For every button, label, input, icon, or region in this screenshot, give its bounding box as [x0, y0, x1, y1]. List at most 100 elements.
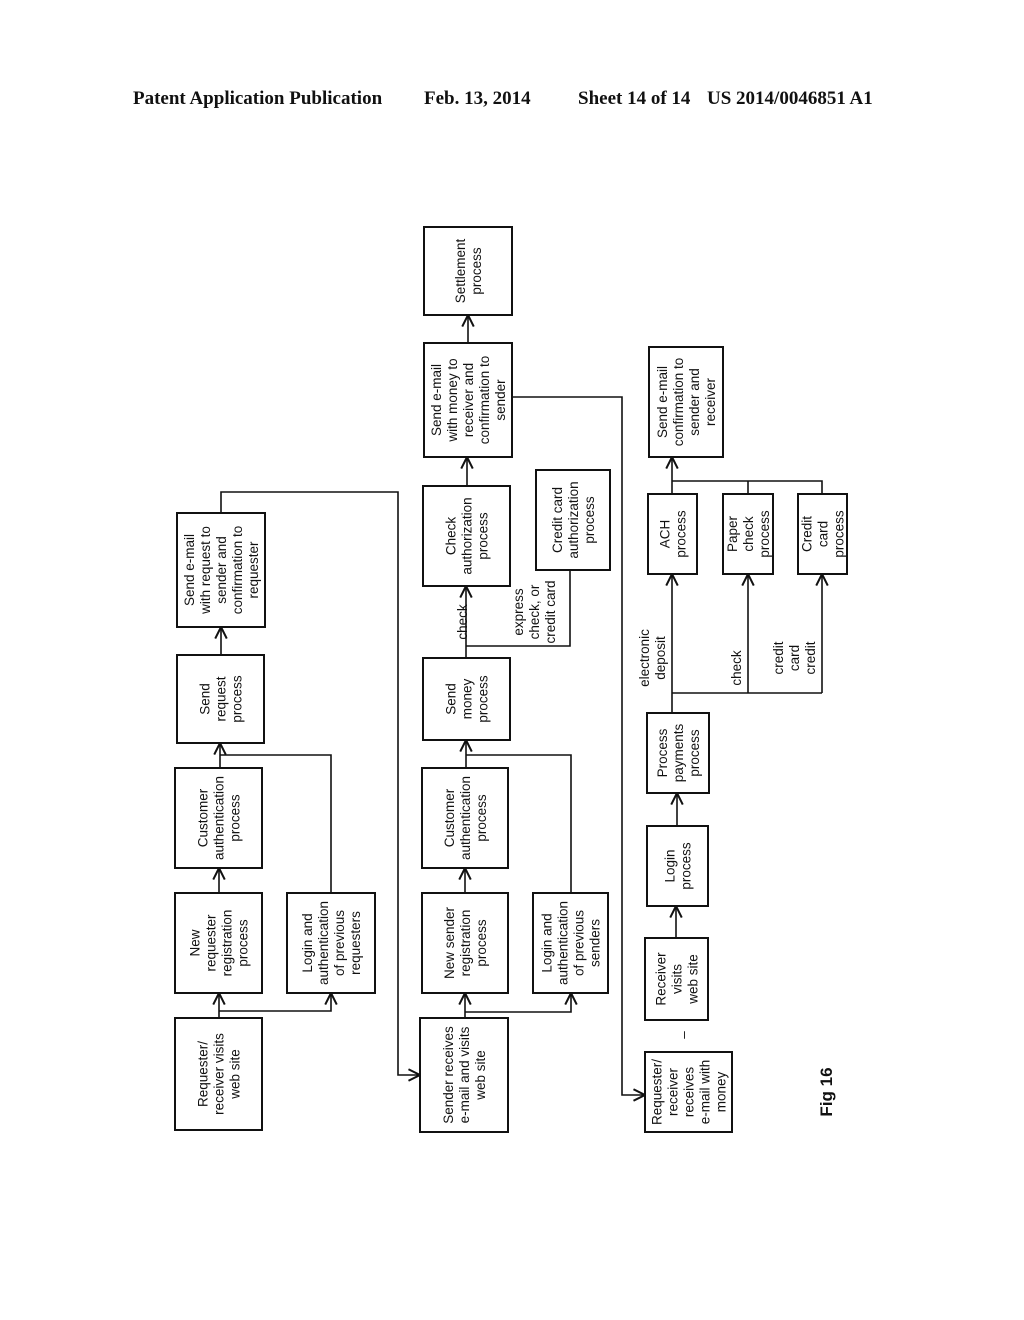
- box-settlement: Settlementprocess: [423, 226, 513, 316]
- label-express-check-credit-line: express: [511, 588, 526, 636]
- box-credit-card-process-text-line: card: [816, 521, 831, 547]
- box-send-email-confirmation-text-line: receiver: [703, 377, 718, 426]
- figure-label-text: Fig 16: [817, 1067, 836, 1116]
- svg-text:Papercheckprocess: Papercheckprocess: [725, 510, 772, 558]
- box-send-money-text-line: process: [476, 675, 491, 723]
- box-send-money: Sendmoneyprocess: [422, 657, 511, 741]
- box-check-authorization-text-line: process: [476, 512, 491, 560]
- box-customer-auth-2-text-line: Customer: [442, 788, 457, 847]
- svg-text:–: –: [676, 1031, 691, 1039]
- svg-text:check: check: [729, 650, 744, 686]
- box-ach-frame: [647, 493, 698, 575]
- box-receiver-visits: Receivervisitsweb site: [644, 937, 709, 1021]
- box-login-process: Loginprocess: [646, 825, 709, 907]
- box-customer-auth-2: Customerauthenticationprocess: [421, 767, 509, 869]
- box-sender-receives-text-line: Sender receives: [441, 1026, 456, 1124]
- label-electronic-deposit-line: electronic: [637, 629, 652, 687]
- box-send-email-confirmation-text-line: sender and: [687, 368, 702, 436]
- box-login-previous-requesters: Login andauthenticationof previousreques…: [286, 892, 376, 994]
- box-requester-receives-text-line: receiver: [666, 1067, 681, 1116]
- box-send-email-money-text-line: receiver and: [461, 363, 476, 437]
- box-login-process-text-line: process: [679, 842, 694, 890]
- edge-labels: check expresscheck, orcredit cardelectron…: [455, 580, 836, 1116]
- box-process-payments-text: Processpaymentsprocess: [655, 723, 702, 782]
- box-settlement-text-line: process: [469, 247, 484, 295]
- label-check: check: [455, 604, 470, 640]
- box-receiver-visits-text-line: Receiver: [654, 952, 669, 1006]
- box-process-payments-text-line: payments: [671, 723, 686, 782]
- box-send-email-confirmation: Send e-mailconfirmation tosender andrece…: [648, 346, 724, 458]
- box-send-email-confirmation-text-line: Send e-mail: [655, 366, 670, 438]
- box-receiver-visits-text-line: web site: [686, 954, 701, 1005]
- box-send-email-money-text-line: Send e-mail: [429, 364, 444, 436]
- label-credit-card-credit-line: credit: [803, 641, 818, 674]
- box-send-email-request-text-line: Send e-mail: [182, 534, 197, 606]
- label-check-payment-line: check: [729, 650, 744, 686]
- svg-text:Login andauthenticationof prev: Login andauthenticationof previousreques…: [300, 901, 363, 985]
- svg-text:check: check: [455, 604, 470, 640]
- box-new-requester-registration-text-line: requester: [204, 914, 219, 972]
- box-paper-check-text-line: Paper: [725, 515, 740, 552]
- box-credit-card-authorization-text-line: Credit card: [550, 487, 565, 553]
- box-customer-auth-2-text-line: authentication: [458, 776, 473, 860]
- wire-processes-join: [672, 480, 823, 494]
- box-ach-text-line: process: [674, 510, 689, 558]
- svg-text:creditcardcredit: creditcardcredit: [771, 641, 818, 674]
- svg-text:expresscheck, orcredit card: expresscheck, orcredit card: [511, 580, 558, 643]
- svg-text:Processpaymentsprocess: Processpaymentsprocess: [655, 723, 702, 782]
- box-check-authorization-text-line: authorization: [460, 497, 475, 574]
- box-send-email-request-text-line: confirmation to: [230, 526, 245, 615]
- box-requester-visits-text-line: web site: [228, 1049, 243, 1100]
- label-express-check-credit-line: check, or: [527, 584, 542, 639]
- box-credit-card-process-text-line: Credit: [800, 516, 815, 552]
- box-ach: ACHprocess: [647, 493, 698, 575]
- box-credit-card-authorization-text-line: process: [582, 496, 597, 544]
- label-credit-card-credit-line: card: [787, 645, 802, 671]
- wire-sender-to-login: [465, 993, 571, 1013]
- label-check-payment: check: [729, 650, 744, 686]
- box-new-sender-registration: New senderregistrationprocess: [421, 892, 509, 994]
- dash-mark-line: –: [676, 1031, 691, 1039]
- box-login-previous-senders-text-line: Login and: [540, 913, 555, 972]
- box-settlement-frame: [423, 226, 513, 316]
- box-login-process-text-line: Login: [663, 849, 678, 882]
- box-send-email-money: Send e-mailwith money toreceiver andconf…: [423, 342, 513, 458]
- box-login-previous-requesters-text-line: authentication: [316, 901, 331, 985]
- wire-visit-to-login: [219, 993, 331, 1012]
- svg-text:electronicdeposit: electronicdeposit: [637, 629, 668, 687]
- box-customer-auth-1-text-line: authentication: [212, 776, 227, 860]
- box-receiver-visits-text-line: visits: [670, 964, 685, 994]
- box-requester-receives-text-line: receives: [682, 1067, 697, 1118]
- box-sender-receives: Sender receivese-mail and visitsweb site: [419, 1017, 509, 1133]
- box-login-previous-senders: Login andauthenticationof previoussender…: [532, 892, 609, 994]
- box-send-request: Sendrequestprocess: [176, 654, 265, 744]
- box-login-previous-senders-text-line: authentication: [556, 901, 571, 985]
- box-login-process-frame: [646, 825, 709, 907]
- label-electronic-deposit-line: deposit: [653, 636, 668, 680]
- box-login-previous-senders-text-line: senders: [588, 919, 603, 967]
- box-process-payments-text-line: Process: [655, 728, 670, 777]
- box-sender-receives-text-line: e-mail and visits: [457, 1026, 472, 1123]
- box-credit-card-process-text-line: process: [832, 510, 847, 558]
- box-send-request-text-line: request: [214, 676, 229, 721]
- box-new-requester-registration: Newrequesterregistrationprocess: [174, 892, 263, 994]
- box-paper-check-text: Papercheckprocess: [725, 510, 772, 558]
- flowchart-diagram: Requester/receiver visitsweb siteNewrequ…: [174, 226, 848, 1133]
- label-express-check-credit: expresscheck, orcredit card: [511, 580, 558, 643]
- label-express-check-credit-line: credit card: [543, 580, 558, 643]
- box-customer-auth-1-text-line: process: [228, 794, 243, 842]
- box-paper-check-text-line: process: [757, 510, 772, 558]
- box-process-payments-text-line: process: [687, 729, 702, 777]
- label-electronic-deposit: electronicdeposit: [637, 629, 668, 687]
- label-credit-card-credit: creditcardcredit: [771, 641, 818, 674]
- box-send-email-confirmation-text-line: confirmation to: [671, 358, 686, 447]
- box-customer-auth-1: Customerauthenticationprocess: [174, 767, 263, 869]
- box-send-request-text-line: process: [230, 675, 245, 723]
- box-login-previous-requesters-text-line: requesters: [348, 911, 363, 975]
- box-settlement-text: Settlementprocess: [453, 238, 484, 303]
- box-check-authorization-text-line: Check: [444, 517, 459, 556]
- box-send-email-request-text-line: sender and: [214, 536, 229, 604]
- label-check-line: check: [455, 604, 470, 640]
- box-requester-receives-text-line: e-mail with: [698, 1060, 713, 1125]
- box-sender-receives-text-line: web site: [473, 1050, 488, 1101]
